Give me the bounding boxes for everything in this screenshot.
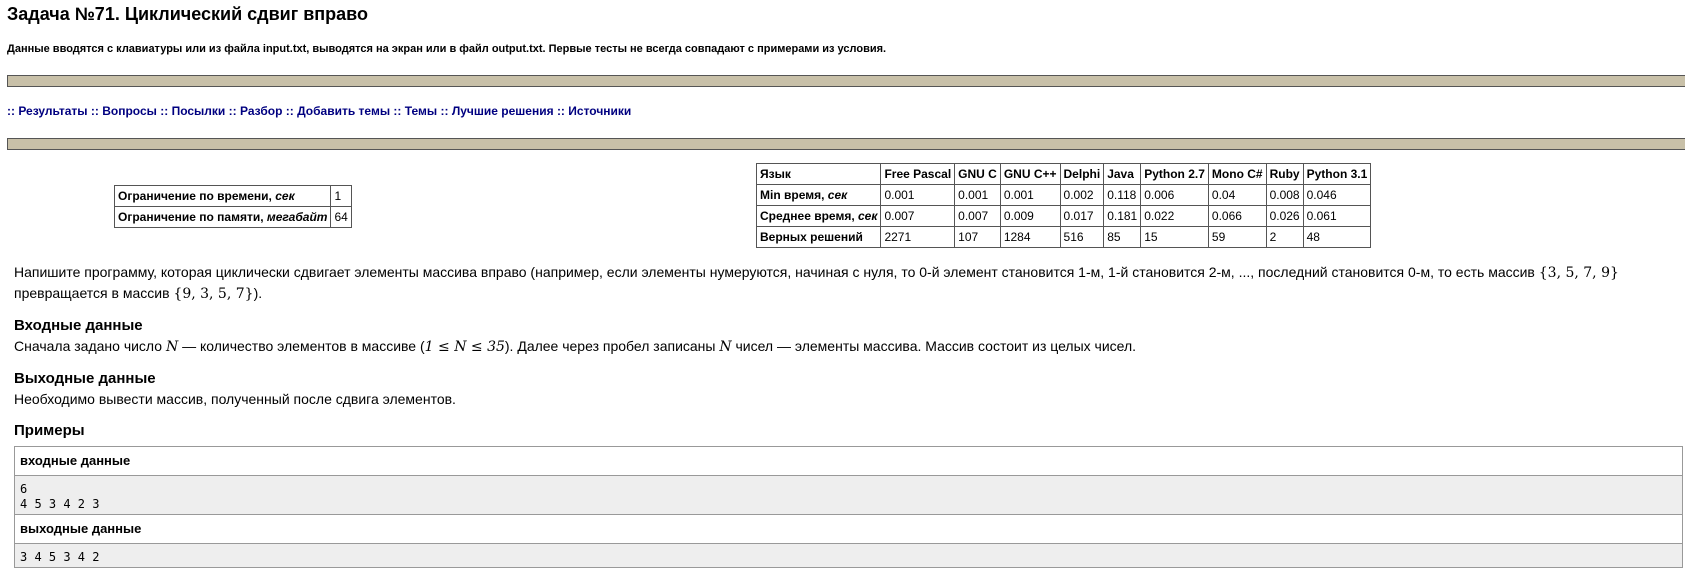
stats-cell: 516 — [1059, 226, 1105, 248]
stats-cell: 0.007 — [954, 205, 1001, 227]
input-text: Сначала задано число N — количество элем… — [14, 338, 1137, 355]
time-limit-label: Ограничение по времени, сек — [113, 185, 332, 207]
stats-cell: 107 — [954, 226, 1001, 248]
stats-cell: 0.04 — [1207, 184, 1267, 206]
stats-header-cell: GNU C++ — [999, 163, 1061, 185]
stats-header-cell: Python 3.1 — [1302, 163, 1372, 185]
stats-header-cell: Python 2.7 — [1140, 163, 1209, 185]
stats-cell: 0.066 — [1207, 205, 1267, 227]
statement-text: Напишите программу, которая циклически с… — [14, 264, 1619, 302]
stats-row-label: Верных решений — [755, 226, 882, 248]
array-after: {9, 3, 5, 7} — [173, 286, 254, 302]
divider-bar-bottom — [7, 138, 1685, 150]
stats-row-correct: Верных решений 2271 107 1284 516 85 15 5… — [755, 226, 1372, 248]
stats-cell: 0.008 — [1265, 184, 1304, 206]
nav-questions-link[interactable]: Вопросы — [102, 104, 157, 118]
stats-cell: 1284 — [999, 226, 1061, 248]
output-heading: Выходные данные — [14, 370, 156, 387]
stats-header-cell: Free Pascal — [880, 163, 956, 185]
io-note: Данные вводятся с клавиатуры или из файл… — [7, 43, 887, 55]
stats-cell: 2271 — [880, 226, 956, 248]
stats-cell: 0.026 — [1265, 205, 1304, 227]
stats-cell: 0.061 — [1302, 205, 1372, 227]
example-output-line: 3 4 5 3 4 2 — [20, 550, 100, 564]
language-stats-table: Язык Free Pascal GNU C GNU C++ Delphi Ja… — [755, 163, 1372, 248]
time-limit-row: Ограничение по времени, сек 1 — [113, 185, 352, 207]
stats-row-avg-time: Среднее время, сек 0.007 0.007 0.009 0.0… — [755, 205, 1372, 227]
input-heading: Входные данные — [14, 317, 143, 334]
stats-cell: 2 — [1265, 226, 1304, 248]
example-output-label: выходные данные — [15, 515, 1682, 544]
stats-cell: 0.181 — [1103, 205, 1142, 227]
stats-cell: 85 — [1103, 226, 1142, 248]
stats-cell: 0.006 — [1140, 184, 1209, 206]
nav-results-link[interactable]: Результаты — [18, 104, 87, 118]
nav-best-solutions-link[interactable]: Лучшие решения — [452, 104, 554, 118]
stats-header-row: Язык Free Pascal GNU C GNU C++ Delphi Ja… — [755, 163, 1372, 185]
stats-cell: 0.002 — [1059, 184, 1105, 206]
stats-header-cell: Ruby — [1265, 163, 1304, 185]
stats-row-label: Min время, сек — [755, 184, 882, 206]
stats-cell: 15 — [1140, 226, 1209, 248]
stats-cell: 0.007 — [880, 205, 956, 227]
stats-header-cell: GNU C — [954, 163, 1001, 185]
page-title: Задача №71. Циклический сдвиг вправо — [7, 4, 368, 24]
nav-sources-link[interactable]: Источники — [568, 104, 631, 118]
limits-table: Ограничение по времени, сек 1 Ограничени… — [113, 185, 352, 228]
stats-header-cell: Mono C# — [1207, 163, 1267, 185]
problem-nav: :: Результаты :: Вопросы :: Посылки :: Р… — [7, 104, 632, 118]
example-input-data: 6 4 5 3 4 2 3 — [15, 476, 1682, 515]
stats-header-cell: Java — [1103, 163, 1142, 185]
stats-cell: 48 — [1302, 226, 1372, 248]
memory-limit-row: Ограничение по памяти, мегабайт 64 — [113, 206, 352, 228]
stats-cell: 0.001 — [880, 184, 956, 206]
examples-box: входные данные 6 4 5 3 4 2 3 выходные да… — [14, 446, 1683, 568]
examples-heading: Примеры — [14, 422, 85, 439]
example-input-line: 4 5 3 4 2 3 — [20, 497, 100, 511]
stats-cell: 0.009 — [999, 205, 1061, 227]
stats-cell: 59 — [1207, 226, 1267, 248]
nav-add-topics-link[interactable]: Добавить темы — [297, 104, 390, 118]
stats-cell: 0.118 — [1103, 184, 1142, 206]
example-output-data: 3 4 5 3 4 2 — [15, 544, 1682, 567]
problem-statement: Напишите программу, которая циклически с… — [14, 262, 1674, 441]
stats-row-min-time: Min время, сек 0.001 0.001 0.001 0.002 0… — [755, 184, 1372, 206]
stats-cell: 0.022 — [1140, 205, 1209, 227]
memory-limit-label: Ограничение по памяти, мегабайт — [113, 206, 332, 228]
stats-header-cell: Delphi — [1059, 163, 1105, 185]
nav-submissions-link[interactable]: Посылки — [172, 104, 226, 118]
nav-topics-link[interactable]: Темы — [405, 104, 437, 118]
divider-bar-top — [7, 75, 1685, 87]
time-limit-value: 1 — [330, 185, 352, 207]
example-input-line: 6 — [20, 482, 28, 496]
nav-analysis-link[interactable]: Разбор — [240, 104, 282, 118]
input-constraint: 1 ≤ N ≤ 35 — [424, 339, 505, 355]
memory-limit-value: 64 — [330, 206, 352, 228]
example-input-label: входные данные — [15, 447, 1682, 476]
stats-row-label: Среднее время, сек — [755, 205, 882, 227]
stats-cell: 0.001 — [954, 184, 1001, 206]
stats-cell: 0.017 — [1059, 205, 1105, 227]
stats-cell: 0.046 — [1302, 184, 1372, 206]
array-before: {3, 5, 7, 9} — [1538, 265, 1619, 281]
stats-header-cell: Язык — [755, 163, 882, 185]
output-text: Необходимо вывести массив, полученный по… — [14, 391, 456, 407]
stats-cell: 0.001 — [999, 184, 1061, 206]
